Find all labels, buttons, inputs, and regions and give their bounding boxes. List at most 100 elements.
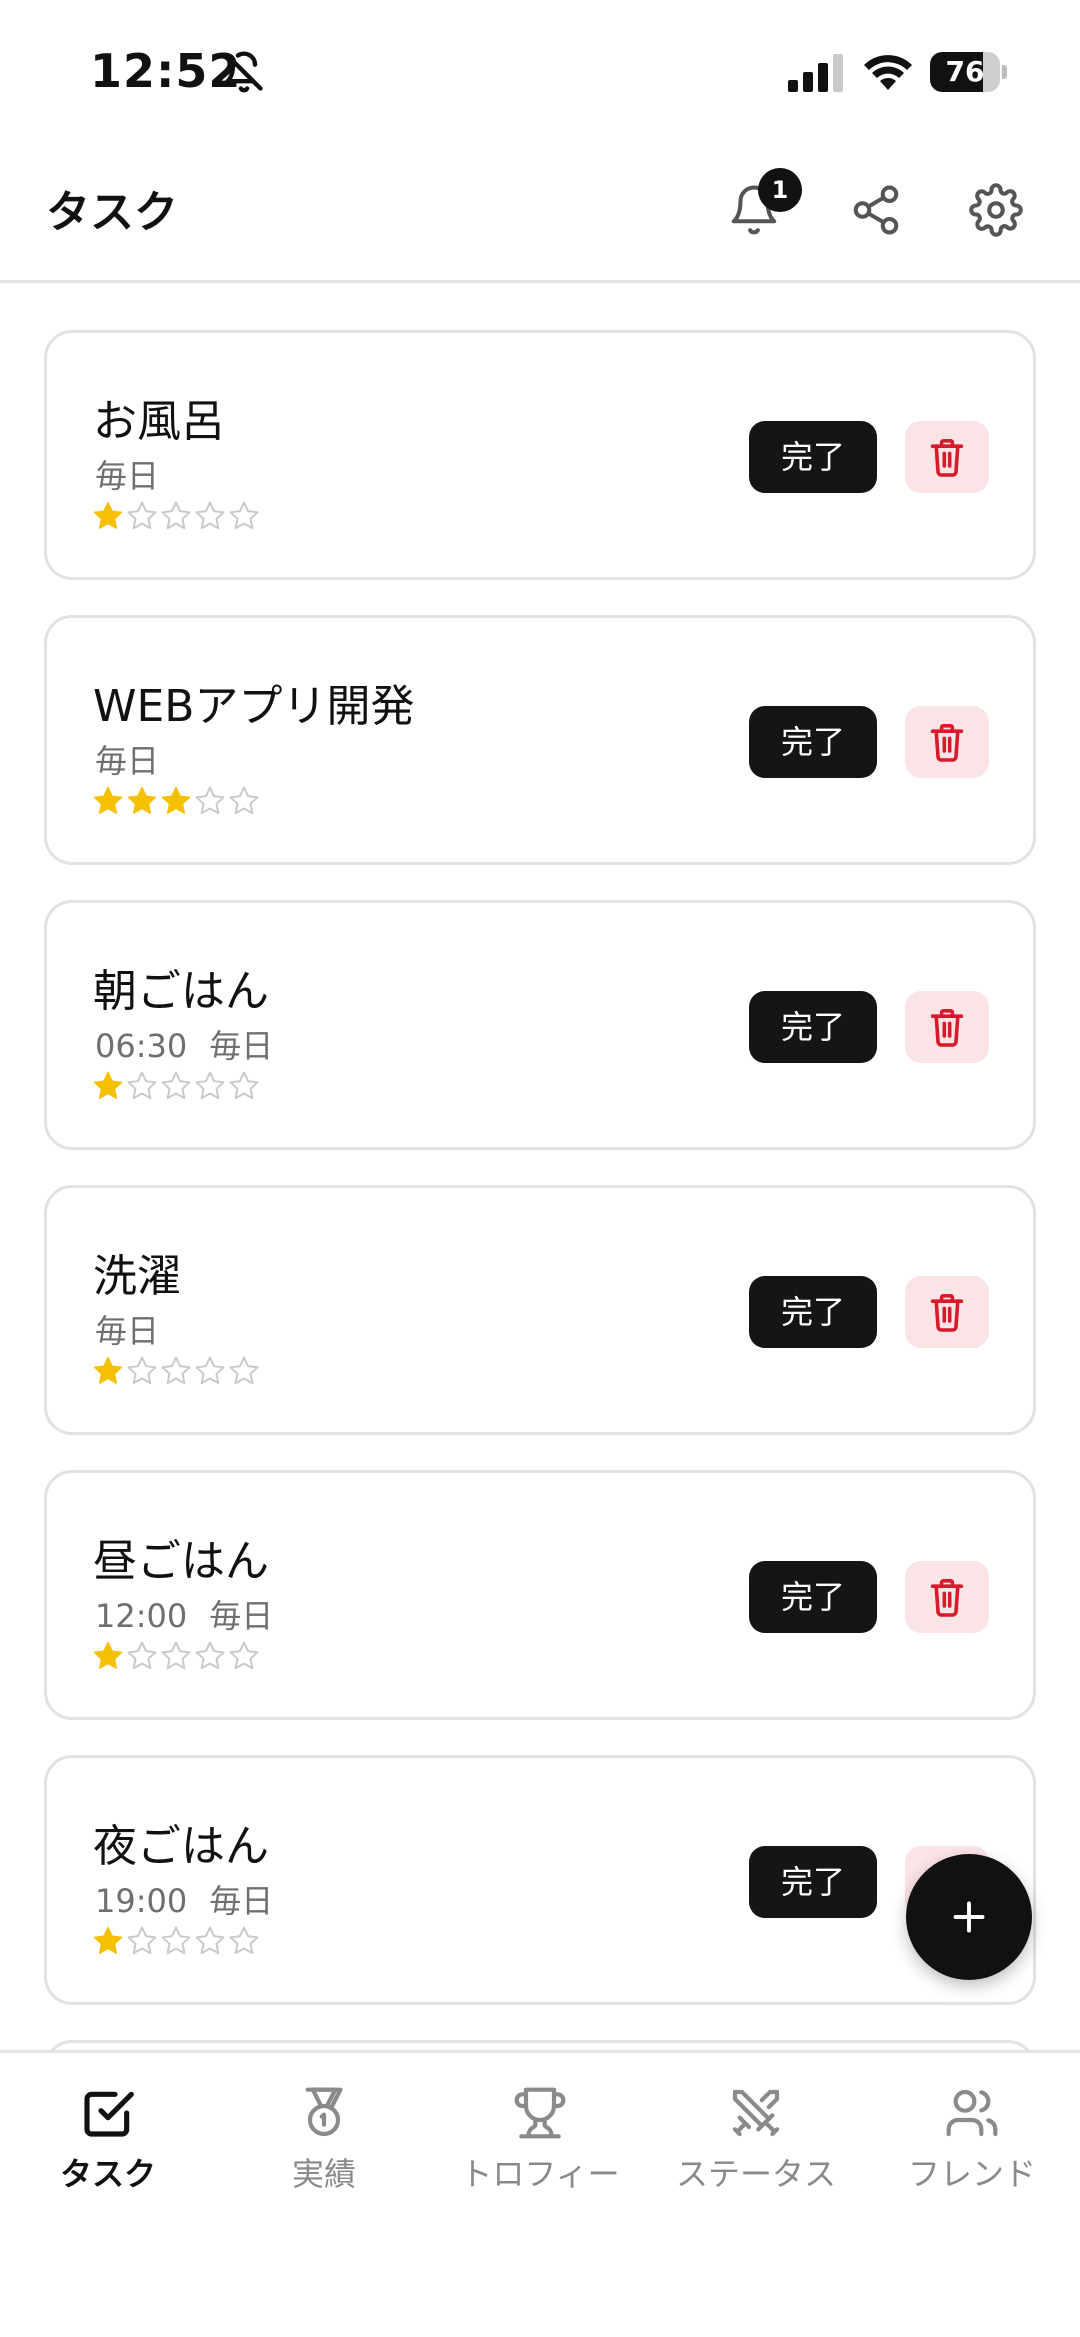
task-card: 昼ごはん 12:00 毎日 完了 <box>44 1470 1036 1720</box>
task-card: お風呂 毎日 完了 <box>44 330 1036 580</box>
nav-item-friends[interactable]: フレンド <box>864 2079 1080 2209</box>
complete-button[interactable]: 完了 <box>749 1846 877 1918</box>
nav-label: ステータス <box>675 2155 836 2193</box>
bell-off-icon <box>225 51 263 93</box>
notification-badge: 1 <box>758 168 802 212</box>
task-time: 19:00 <box>95 1882 188 1920</box>
nav-item-achievements[interactable]: 実績 <box>216 2079 432 2209</box>
gear-icon <box>969 183 1023 237</box>
nav-item-status[interactable]: ステータス <box>648 2079 864 2209</box>
delete-button[interactable] <box>905 1561 989 1633</box>
star-empty-icon <box>161 1071 191 1100</box>
nav-item-tasks[interactable]: タスク <box>0 2079 216 2209</box>
task-frequency: 毎日 <box>209 1027 274 1065</box>
star-empty-icon <box>229 1071 259 1100</box>
task-meta: 毎日 <box>95 1306 159 1352</box>
status-time: 12:52 <box>90 44 242 98</box>
task-time: 12:00 <box>95 1597 188 1635</box>
star-empty-icon <box>127 1356 157 1385</box>
task-frequency: 毎日 <box>209 1882 274 1920</box>
battery-body: 76 <box>930 52 1000 92</box>
trash-icon <box>930 724 964 762</box>
swords-icon <box>732 2089 780 2137</box>
delete-button[interactable] <box>905 706 989 778</box>
star-empty-icon <box>161 1641 191 1670</box>
task-meta: 06:30 毎日 <box>95 1021 273 1067</box>
task-card: 夜ごはん 19:00 毎日 完了 <box>44 1755 1036 2005</box>
trash-icon <box>930 1009 964 1047</box>
star-empty-icon <box>229 1641 259 1670</box>
task-meta: 19:00 毎日 <box>95 1876 273 1922</box>
task-stars <box>91 1639 261 1675</box>
task-title: 夜ごはん <box>93 1821 269 1872</box>
star-empty-icon <box>195 501 225 530</box>
notifications-button[interactable]: 1 <box>716 168 802 248</box>
task-title: WEBアプリ開発 <box>93 681 415 732</box>
plus-icon <box>953 1901 985 1933</box>
star-filled-icon <box>93 501 123 529</box>
task-card: 朝ごはん 06:30 毎日 完了 <box>44 900 1036 1150</box>
add-task-button[interactable] <box>906 1854 1032 1980</box>
complete-button[interactable]: 完了 <box>749 706 877 778</box>
nav-label: トロフィー <box>460 2155 620 2193</box>
app-header: タスク 1 <box>0 140 1080 283</box>
trash-icon <box>930 439 964 477</box>
task-stars <box>91 499 261 535</box>
delete-button[interactable] <box>905 991 989 1063</box>
task-meta: 毎日 <box>95 451 159 497</box>
star-empty-icon <box>229 1356 259 1385</box>
task-title: 昼ごはん <box>93 1536 269 1587</box>
medal-icon <box>305 2087 343 2137</box>
task-card: 洗濯 毎日 完了 <box>44 1185 1036 1435</box>
nav-item-trophies[interactable]: トロフィー <box>432 2079 648 2209</box>
task-card-partial <box>44 2040 1036 2050</box>
trash-icon <box>930 1579 964 1617</box>
complete-button[interactable]: 完了 <box>749 421 877 493</box>
star-empty-icon <box>127 1641 157 1670</box>
star-filled-icon <box>93 786 123 814</box>
complete-button[interactable]: 完了 <box>749 1561 877 1633</box>
complete-button[interactable]: 完了 <box>749 991 877 1063</box>
bottom-nav: タスク 実績 トロフィー ステータス フレンド <box>0 2050 1080 2337</box>
star-empty-icon <box>195 786 225 815</box>
star-filled-icon <box>161 786 191 814</box>
battery-percent: 76 <box>945 55 985 88</box>
task-frequency: 毎日 <box>209 1597 274 1635</box>
star-empty-icon <box>161 1926 191 1955</box>
trash-icon <box>930 1294 964 1332</box>
battery-cap <box>1002 65 1007 79</box>
share-icon <box>853 185 899 235</box>
task-stars <box>91 1354 261 1390</box>
task-meta: 12:00 毎日 <box>95 1591 273 1637</box>
star-empty-icon <box>195 1356 225 1385</box>
star-empty-icon <box>229 786 259 815</box>
task-frequency: 毎日 <box>95 1312 160 1350</box>
task-list[interactable]: お風呂 毎日 完了 WEBアプリ開発 毎日 完了 朝ごはん 06:30 毎日 完了… <box>44 330 1036 2050</box>
task-card: WEBアプリ開発 毎日 完了 <box>44 615 1036 865</box>
task-title: 朝ごはん <box>93 966 269 1017</box>
star-empty-icon <box>127 1071 157 1100</box>
task-frequency: 毎日 <box>95 457 160 495</box>
nav-label: タスク <box>59 2155 156 2193</box>
star-filled-icon <box>93 1926 123 1954</box>
complete-button[interactable]: 完了 <box>749 1276 877 1348</box>
delete-button[interactable] <box>905 1276 989 1348</box>
star-filled-icon <box>93 1641 123 1669</box>
settings-button[interactable] <box>958 172 1034 248</box>
star-filled-icon <box>127 786 157 814</box>
battery-indicator: 76 <box>930 52 1007 92</box>
task-stars <box>91 1069 261 1105</box>
status-bar: 12:52 76 <box>0 0 1080 140</box>
nav-label: フレンド <box>907 2155 1036 2193</box>
page-title: タスク <box>46 187 178 238</box>
signal-icon <box>788 54 843 92</box>
star-filled-icon <box>93 1071 123 1099</box>
star-empty-icon <box>229 1926 259 1955</box>
star-empty-icon <box>195 1926 225 1955</box>
delete-button[interactable] <box>905 421 989 493</box>
checkbox-icon <box>84 2091 134 2137</box>
nav-label: 実績 <box>291 2155 356 2193</box>
task-stars <box>91 784 261 820</box>
share-button[interactable] <box>838 172 914 248</box>
star-empty-icon <box>161 1356 191 1385</box>
